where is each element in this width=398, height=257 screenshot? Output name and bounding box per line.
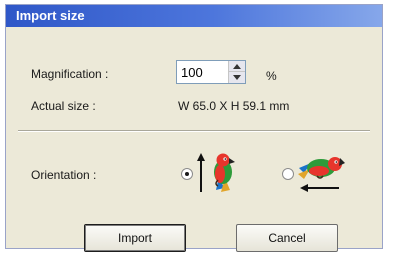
orientation-radio-upright[interactable] bbox=[181, 168, 193, 180]
divider bbox=[18, 130, 370, 132]
magnification-label: Magnification : bbox=[31, 67, 109, 81]
magnification-unit: % bbox=[266, 69, 277, 83]
actual-size-label: Actual size : bbox=[31, 99, 96, 113]
radio-selected-dot bbox=[185, 172, 189, 176]
magnification-input[interactable] bbox=[177, 61, 231, 83]
stepper-arrows bbox=[228, 61, 245, 83]
actual-size-value: W 65.0 X H 59.1 mm bbox=[178, 99, 290, 113]
orientation-radio-rotated[interactable] bbox=[282, 168, 294, 180]
cancel-button[interactable]: Cancel bbox=[236, 224, 338, 252]
increment-arrow-icon[interactable] bbox=[229, 61, 245, 72]
decrement-arrow-icon[interactable] bbox=[229, 72, 245, 83]
parrot-rotated-arrow-icon[interactable] bbox=[295, 150, 347, 194]
import-size-dialog: Import size Magnification : % Actual siz… bbox=[5, 4, 383, 252]
parrot-upright-arrow-icon[interactable] bbox=[194, 150, 238, 196]
magnification-stepper[interactable] bbox=[176, 60, 246, 84]
orientation-label: Orientation : bbox=[31, 168, 97, 182]
dialog-title: Import size bbox=[6, 5, 382, 27]
import-button[interactable]: Import bbox=[84, 224, 186, 252]
